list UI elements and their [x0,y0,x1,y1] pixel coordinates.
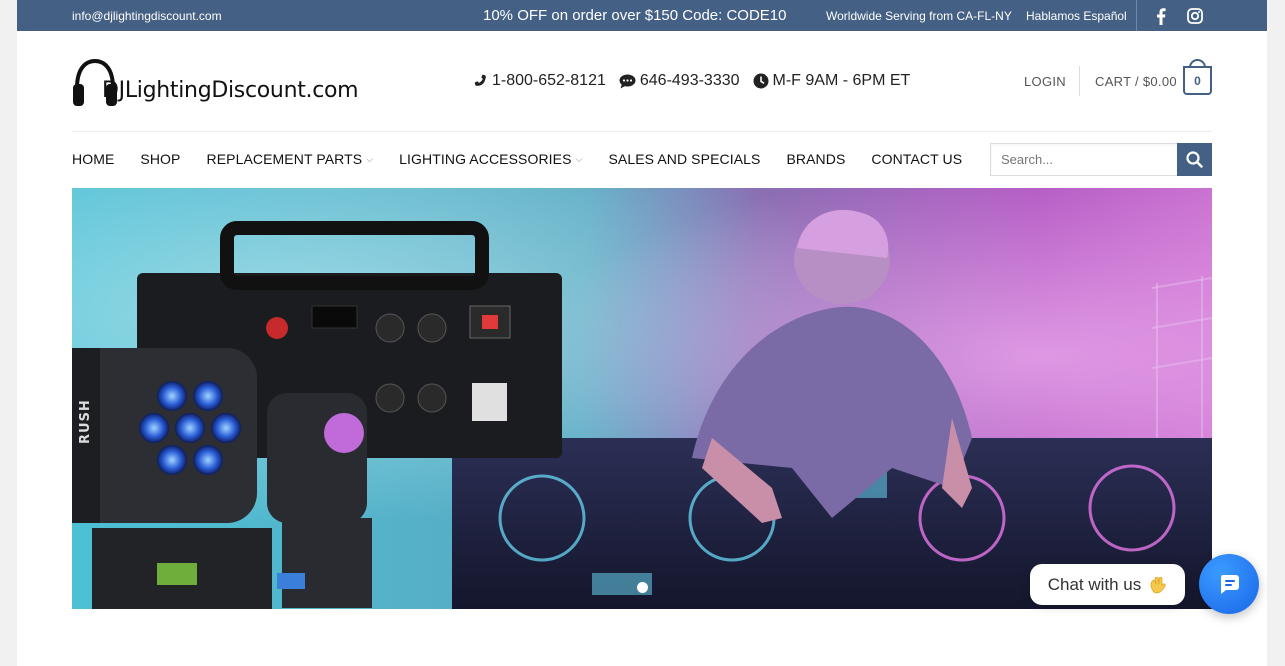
phone-number: 1-800-652-8121 [492,72,606,89]
main-nav: HOME SHOP REPLACEMENT PARTS ⌵ LIGHTING AC… [72,151,988,167]
email-link[interactable]: info@djlightingdiscount.com [72,9,222,23]
topbar-divider [1136,0,1137,31]
nav-label: CONTACT US [871,151,963,167]
phone-icon [474,74,486,86]
sms-number: 646-493-3330 [639,72,740,89]
login-link[interactable]: LOGIN [1024,74,1066,89]
nav-shop[interactable]: SHOP [140,151,180,167]
nav-home[interactable]: HOME [72,151,114,167]
cart-bag-icon[interactable]: 0 [1183,66,1212,95]
contact-info: 1-800-652-8121 646-493-3330 M-F 9AM - 6P… [473,72,910,90]
promo-banner: 10% OFF on order over $150 Code: CODE10 [483,7,787,24]
facebook-icon[interactable] [1148,3,1174,29]
hero-slider[interactable]: RUSH [72,188,1212,609]
slider-dot[interactable] [637,582,648,593]
nav-contact-us[interactable]: CONTACT US [871,151,962,167]
hero-image [72,188,1212,609]
search-button[interactable] [1177,143,1212,176]
header-divider [1079,66,1080,96]
hours-info: M-F 9AM - 6PM ET [753,72,911,90]
nav-label: SHOP [140,151,181,167]
nav-label: BRANDS [786,151,846,167]
chat-prompt[interactable]: Chat with us [1030,564,1185,605]
instagram-icon[interactable] [1182,3,1208,29]
hours-text: M-F 9AM - 6PM ET [772,72,911,89]
nav-label: LIGHTING ACCESSORIES [399,151,572,167]
top-bar: info@djlightingdiscount.com 10% OFF on o… [17,0,1267,31]
nav-replacement-parts[interactable]: REPLACEMENT PARTS ⌵ [206,151,373,167]
site-logo[interactable]: DJLightingDiscount.com [72,56,362,108]
waving-hand-icon [1150,576,1166,593]
search-icon [1186,151,1203,168]
nav-label: HOME [72,151,115,167]
chevron-down-icon: ⌵ [366,153,374,164]
cart-link[interactable]: CART / $0.00 [1095,74,1177,89]
nav-label: SALES AND SPECIALS [608,151,761,167]
chat-launcher-button[interactable] [1199,554,1259,614]
worldwide-note: Worldwide Serving from CA-FL-NY [826,9,1012,23]
chevron-down-icon: ⌵ [575,153,583,164]
spanish-note: Hablamos Español [1026,9,1127,23]
phone-contact[interactable]: 1-800-652-8121 [473,72,606,90]
page: info@djlightingdiscount.com 10% OFF on o… [17,0,1267,666]
nav-lighting-accessories[interactable]: LIGHTING ACCESSORIES ⌵ [399,151,582,167]
nav-brands[interactable]: BRANDS [786,151,845,167]
nav-sales-specials[interactable]: SALES AND SPECIALS [608,151,760,167]
logo-text: DJLightingDiscount.com [102,78,359,103]
search-input[interactable] [990,143,1177,176]
clock-icon [753,73,769,89]
search-form [990,143,1212,176]
chat-bubble-icon [619,74,636,88]
chat-label: Chat with us [1047,574,1142,594]
sms-contact[interactable]: 646-493-3330 [619,72,740,90]
rush-fixture-label: RUSH [78,399,93,444]
header-separator [72,131,1212,132]
nav-label: REPLACEMENT PARTS [206,151,363,167]
chat-icon [1221,575,1239,594]
